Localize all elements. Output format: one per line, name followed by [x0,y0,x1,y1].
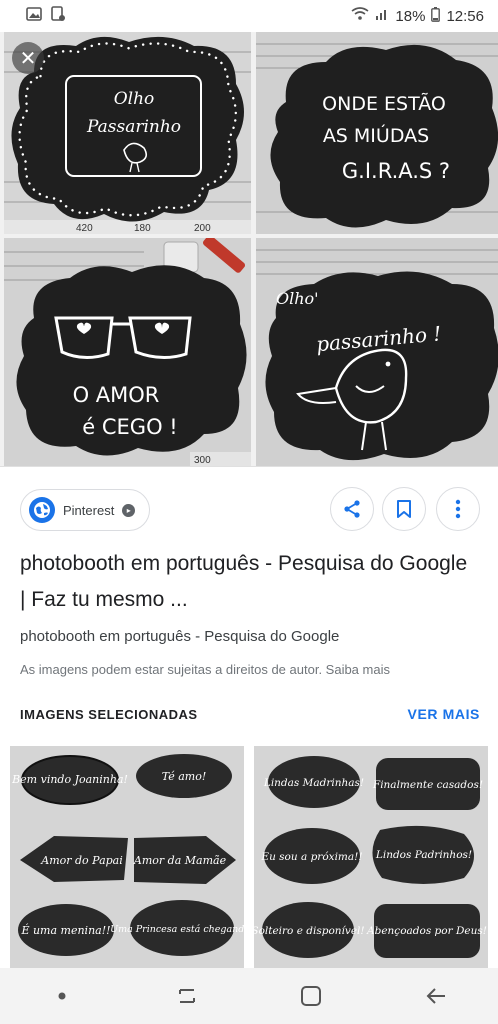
prop-label: Abençoados por Deus! [366,925,487,937]
gallery-notification-icon [26,7,42,25]
status-bar: 18% 12:56 [0,0,498,32]
prop-label: Amor da Mamãe [133,854,227,867]
globe-icon [29,497,55,523]
result-title-link[interactable]: photobooth em português - Pesquisa do Go… [20,546,470,618]
recents-icon [178,989,195,1003]
prop-label: Lindas Madrinhas! [263,777,364,789]
battery-percent: 18% [395,7,426,25]
ruler-mark: 180 [134,223,151,234]
status-left [26,6,66,26]
recents-button[interactable] [157,976,217,1016]
chalk-text: é CEGO ! [82,415,177,439]
prop-label: Eu sou a próxima!! [260,851,362,863]
chevron-right-icon: ▸ [122,503,136,517]
status-right: 18% 12:56 [351,6,484,26]
copyright-note: As imagens podem estar sujeitas a direit… [20,662,390,677]
photo-o-amor-e-cego[interactable]: 300 O AMOR é CEGO ! [4,238,251,466]
chalk-text: Olho' [276,289,319,308]
prop-label: Amor do Papai [40,854,123,867]
photo-onde-estao[interactable]: ONDE ESTÃO AS MIÚDAS G.I.R.A.S ? [256,32,498,234]
clock: 12:56 [446,7,484,25]
image-viewer[interactable]: 420 180 200 Olho Passarinho ONDE ESTÃO A… [0,32,498,466]
more-vert-icon [455,499,461,519]
photo-olho-passarinho-bird[interactable]: Olho' passarinho ! [256,238,498,466]
close-viewer-button[interactable]: ✕ [12,42,44,74]
prop-label: Solteiro e disponível! [254,925,365,937]
ruler-mark: 200 [194,223,211,234]
chalk-text: ONDE ESTÃO [322,92,446,115]
wifi-icon [351,7,369,25]
selected-images-header: IMAGENS SELECIONADAS VER MAIS [20,706,480,722]
share-icon [344,500,360,518]
back-button[interactable] [406,976,466,1016]
close-icon: ✕ [19,47,37,70]
signal-icon [375,7,389,25]
chalk-text: O AMOR [73,383,160,407]
source-label: Pinterest [63,502,115,518]
back-arrow-icon [426,988,445,1004]
chalk-text: G.I.R.A.S ? [342,159,450,183]
dot-icon [58,992,66,1000]
battery-icon [431,6,441,26]
thumbnail-wedding-props[interactable]: Lindas Madrinhas! Finalmente casados! Eu… [254,746,488,968]
more-options-button[interactable] [436,487,480,531]
source-chip[interactable]: Pinterest ▸ [20,489,151,531]
home-button[interactable] [281,976,341,1016]
prop-label: Lindos Padrinhos! [375,849,472,861]
ruler-mark: 300 [194,455,211,466]
prop-label: Té amo! [162,770,207,783]
prop-label: Finalmente casados! [372,779,483,791]
system-navigation-bar [0,968,498,1024]
prop-label: Uma Princesa está chegando! [110,924,244,935]
chalk-text: Passarinho [86,117,181,137]
ruler-mark: 420 [76,223,93,234]
prop-label: Bem vindo Joaninha! [11,773,128,786]
share-button[interactable] [330,487,374,531]
source-row: Pinterest ▸ [0,466,498,546]
prop-label: É uma menina!! [20,923,110,937]
bookmark-icon [397,500,411,518]
thumbnail-baby-props[interactable]: Bem vindo Joaninha! Té amo! Amor do Papa… [10,746,244,968]
save-bookmark-button[interactable] [382,487,426,531]
chalk-text: Olho [114,89,155,109]
assistant-dot-button[interactable] [32,976,92,1016]
result-site: photobooth em português - Pesquisa do Go… [20,628,340,645]
see-more-link[interactable]: VER MAIS [408,706,480,722]
chalk-text: AS MIÚDAS [323,123,429,147]
section-title: IMAGENS SELECIONADAS [20,706,198,722]
screenshot-notification-icon [50,6,66,26]
home-icon [301,986,322,1006]
